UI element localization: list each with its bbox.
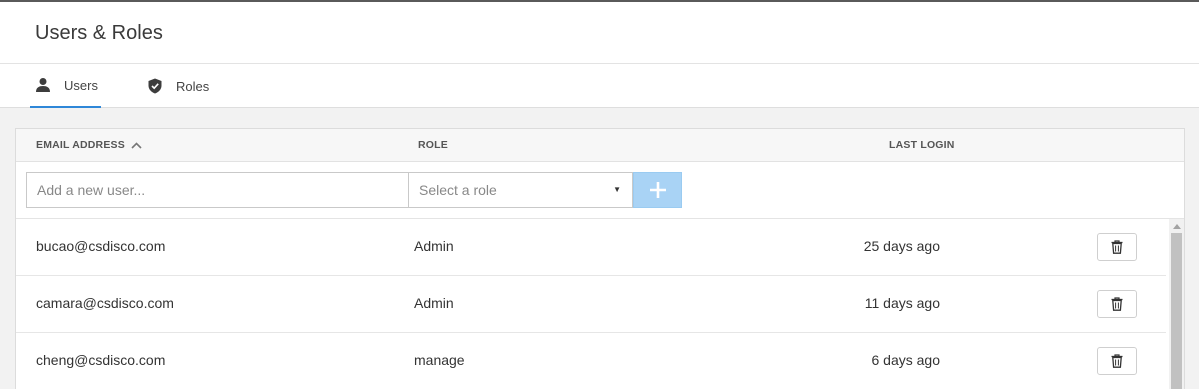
add-user-button[interactable] bbox=[633, 172, 682, 208]
role-select-placeholder: Select a role bbox=[419, 182, 497, 198]
user-email: cheng@csdisco.com bbox=[36, 352, 166, 368]
user-icon bbox=[34, 76, 52, 94]
new-user-email-input[interactable] bbox=[26, 172, 409, 208]
table-header: EMAIL ADDRESS ROLE LAST LOGIN bbox=[16, 129, 1184, 162]
column-header-email[interactable]: EMAIL ADDRESS bbox=[36, 139, 142, 151]
user-last-login: 25 days ago bbox=[863, 238, 940, 254]
column-header-role[interactable]: ROLE bbox=[418, 139, 448, 151]
user-last-login: 11 days ago bbox=[864, 295, 940, 311]
user-role: Admin bbox=[414, 295, 454, 311]
tab-users-label: Users bbox=[64, 77, 98, 93]
caret-down-icon: ▼ bbox=[613, 185, 621, 194]
column-header-last-login[interactable]: LAST LOGIN bbox=[889, 139, 955, 151]
page-header: Users & Roles bbox=[0, 2, 1199, 64]
add-user-row: Select a role ▼ bbox=[16, 162, 1184, 219]
column-header-role-label: ROLE bbox=[418, 139, 448, 151]
delete-user-button[interactable] bbox=[1097, 347, 1137, 375]
table-row: cheng@csdisco.com manage 6 days ago bbox=[16, 333, 1166, 389]
delete-user-button[interactable] bbox=[1097, 233, 1137, 261]
scrollbar-thumb[interactable] bbox=[1171, 233, 1182, 389]
page-title: Users & Roles bbox=[35, 22, 163, 44]
trash-icon bbox=[1111, 297, 1123, 311]
shield-icon bbox=[146, 77, 164, 95]
delete-user-button[interactable] bbox=[1097, 290, 1137, 318]
table-row: bucao@csdisco.com Admin 25 days ago bbox=[16, 219, 1166, 276]
user-email: camara@csdisco.com bbox=[36, 295, 174, 311]
user-list: bucao@csdisco.com Admin 25 days ago cama… bbox=[16, 219, 1166, 389]
tab-roles-label: Roles bbox=[176, 78, 210, 94]
vertical-scrollbar[interactable] bbox=[1169, 219, 1184, 389]
column-header-email-label: EMAIL ADDRESS bbox=[36, 139, 125, 151]
scroll-up-arrow-icon[interactable] bbox=[1169, 221, 1184, 231]
trash-icon bbox=[1111, 240, 1123, 254]
tab-roles[interactable]: Roles bbox=[146, 64, 226, 108]
sort-ascending-icon bbox=[131, 141, 142, 149]
user-role: manage bbox=[414, 352, 465, 368]
user-last-login: 6 days ago bbox=[871, 352, 941, 368]
tab-users[interactable]: Users bbox=[30, 64, 101, 108]
tab-bar: Users Roles bbox=[0, 64, 1199, 108]
user-email: bucao@csdisco.com bbox=[36, 238, 166, 254]
column-header-last-login-label: LAST LOGIN bbox=[889, 139, 955, 151]
trash-icon bbox=[1111, 354, 1123, 368]
table-row: camara@csdisco.com Admin 11 days ago bbox=[16, 276, 1166, 333]
users-table-panel: EMAIL ADDRESS ROLE LAST LOGIN Select a r… bbox=[15, 128, 1185, 389]
role-select[interactable]: Select a role ▼ bbox=[408, 172, 633, 208]
plus-icon bbox=[649, 182, 666, 198]
user-role: Admin bbox=[414, 238, 454, 254]
